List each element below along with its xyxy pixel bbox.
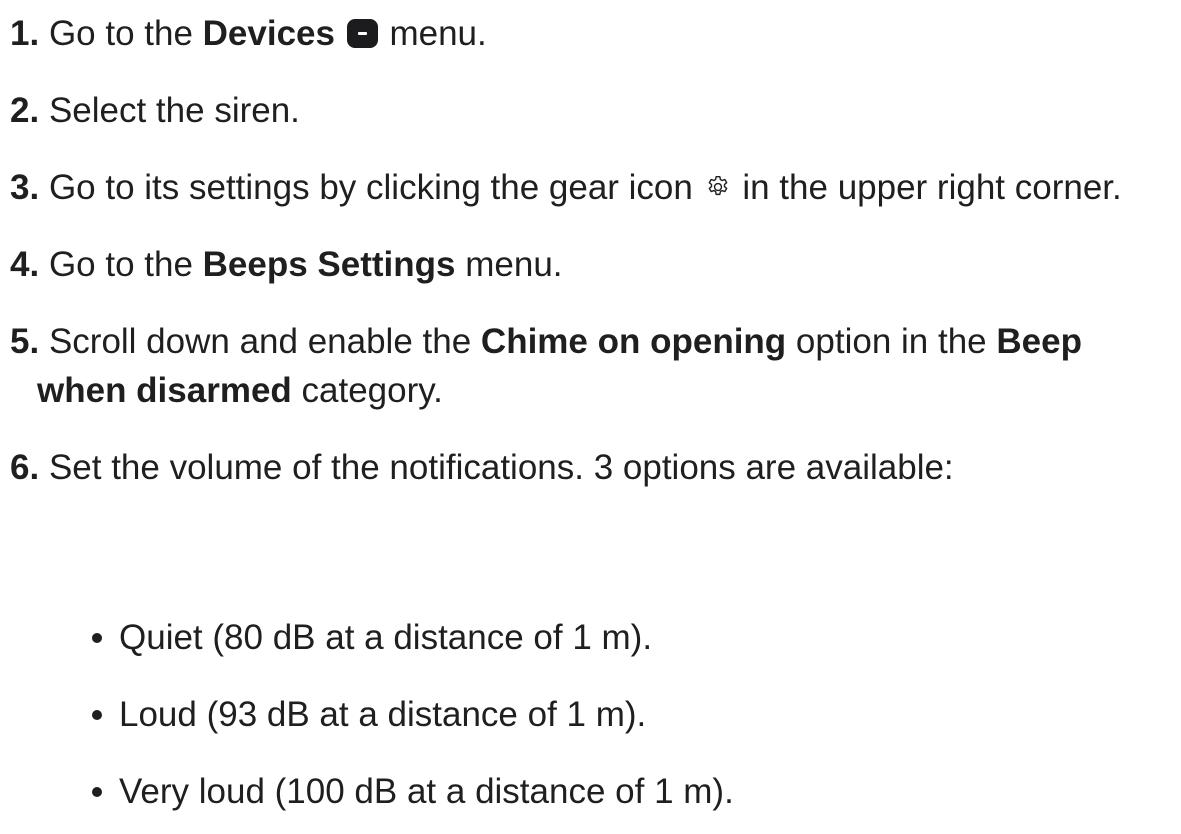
option-text: Loud (93 dB at a distance of 1 m). xyxy=(119,695,647,734)
step-1: 1. Go to the Devices menu. xyxy=(10,9,1180,58)
step-6: 6. Set the volume of the notifications. … xyxy=(10,443,1180,492)
step-text: Set the volume of the notifications. 3 o… xyxy=(48,448,954,487)
bullet-icon xyxy=(92,633,102,643)
step-number: 2. xyxy=(10,91,40,130)
step-number: 1. xyxy=(10,14,40,53)
step-number: 3. xyxy=(10,168,40,207)
bullet-icon xyxy=(92,710,102,720)
step-text: Go to its settings by clicking the gear … xyxy=(48,168,693,207)
step-text: category. xyxy=(301,371,443,410)
step-number: 5. xyxy=(10,322,40,361)
gear-icon xyxy=(708,176,727,196)
step-number: 4. xyxy=(10,245,40,284)
step-2: 2. Select the siren. xyxy=(10,86,1180,135)
step-5: 5. Scroll down and enable the Chime on o… xyxy=(10,317,1180,415)
list-item: Quiet (80 dB at a distance of 1 m). xyxy=(92,613,734,662)
step-text: Go to the xyxy=(48,14,193,53)
instruction-steps: 1. Go to the Devices menu. 2. Select the… xyxy=(10,9,1180,520)
step-text: menu. xyxy=(465,245,563,284)
devices-icon xyxy=(346,19,378,48)
menu-name: Beeps Settings xyxy=(202,245,456,284)
step-4: 4. Go to the Beeps Settings menu. xyxy=(10,240,1180,289)
bullet-icon xyxy=(92,787,102,797)
step-text: Select the siren. xyxy=(48,91,300,130)
step-text: option in the xyxy=(795,322,987,361)
list-item: Loud (93 dB at a distance of 1 m). xyxy=(92,690,734,739)
volume-options-list: Quiet (80 dB at a distance of 1 m). Loud… xyxy=(92,613,734,834)
step-text: menu. xyxy=(389,14,487,53)
step-text: in the upper right corner. xyxy=(742,168,1122,207)
list-item: Very loud (100 dB at a distance of 1 m). xyxy=(92,767,734,816)
option-text: Very loud (100 dB at a distance of 1 m). xyxy=(119,772,734,811)
option-text: Quiet (80 dB at a distance of 1 m). xyxy=(119,618,653,657)
option-name: Chime on opening xyxy=(480,322,787,361)
step-text: Scroll down and enable the xyxy=(48,322,472,361)
step-3: 3. Go to its settings by clicking the ge… xyxy=(10,163,1180,212)
step-text: Go to the xyxy=(48,245,193,284)
menu-name: Devices xyxy=(202,14,335,53)
step-number: 6. xyxy=(10,448,40,487)
